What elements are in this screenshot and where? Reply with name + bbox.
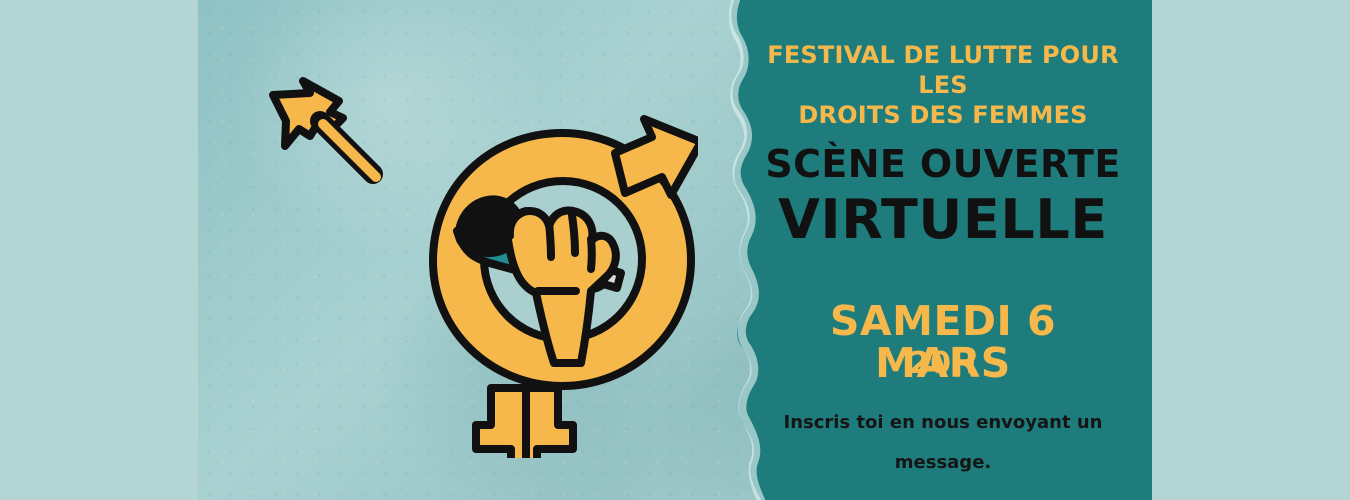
event-title-line-2: VIRTUELLE	[778, 188, 1108, 251]
festival-line-1: FESTIVAL DE LUTTE POUR LES	[767, 41, 1119, 99]
event-title-line-1: SCÈNE OUVERTE	[765, 142, 1121, 186]
poster: FESTIVAL DE LUTTE POUR LES DROITS DES FE…	[198, 0, 1152, 500]
page: FESTIVAL DE LUTTE POUR LES DROITS DES FE…	[0, 0, 1350, 500]
festival-title: FESTIVAL DE LUTTE POUR LES DROITS DES FE…	[758, 40, 1128, 130]
signup-text-line-2: message.	[894, 452, 992, 473]
poster-text-block: FESTIVAL DE LUTTE POUR LES DROITS DES FE…	[758, 40, 1128, 480]
festival-line-2: DROITS DES FEMMES	[798, 101, 1088, 129]
signup-text-line-1: Inscris toi en nous envoyant un	[783, 412, 1103, 433]
raised-fist-microphone-icon	[269, 77, 698, 458]
event-time: 20H	[908, 346, 978, 381]
